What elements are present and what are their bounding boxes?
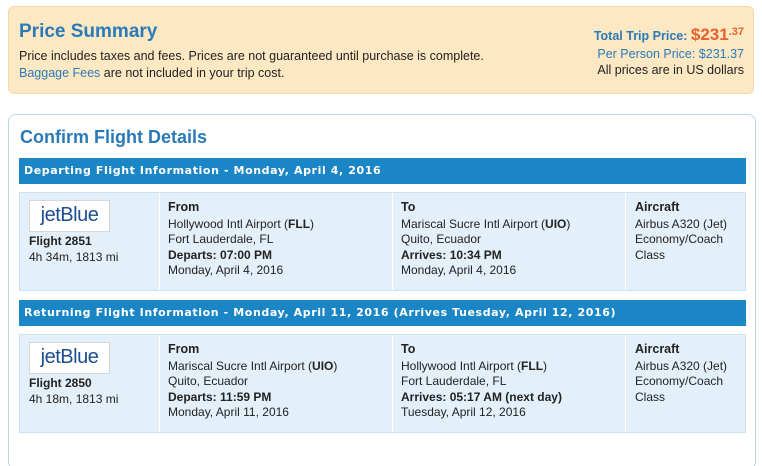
from-city: Quito, Ecuador xyxy=(168,374,249,388)
jetblue-logo: jetBlue xyxy=(29,200,110,232)
to-city: Fort Lauderdale, FL xyxy=(401,374,507,388)
confirm-flight-panel: Confirm Flight Details Departing Flight … xyxy=(8,114,756,466)
cabin-class: Economy/Coach xyxy=(635,232,724,246)
departure-time: Departs: 07:00 PM xyxy=(168,248,392,264)
from-airport-name: Hollywood Intl Airport ( xyxy=(168,216,289,231)
departs-label: Departs: xyxy=(168,247,217,262)
departure-date: Monday, April 11, 2016 xyxy=(168,405,289,419)
jetblue-logo: jetBlue xyxy=(29,342,110,374)
aircraft-type: Airbus A320 (Jet) xyxy=(635,358,728,373)
departs-time: 11:59 PM xyxy=(220,389,272,404)
per-person-price: Per Person Price: $231.37 xyxy=(597,47,744,61)
aircraft-column: Aircraft Airbus A320 (Jet) Economy/Coach… xyxy=(626,193,745,290)
flight-duration: 4h 18m, 1813 mi xyxy=(29,391,119,406)
departing-flight-details: jetBlue Flight 2851 4h 34m, 1813 mi From… xyxy=(19,192,746,291)
aircraft-label: Aircraft xyxy=(635,200,680,214)
to-city: Quito, Ecuador xyxy=(401,232,482,246)
to-airport: Mariscal Sucre Intl Airport (UIO) xyxy=(401,216,571,231)
to-column: To Mariscal Sucre Intl Airport (UIO) Qui… xyxy=(393,193,626,290)
arrives-label: Arrives: xyxy=(401,247,447,262)
arrival-time: Arrives: 10:34 PM xyxy=(401,248,625,264)
from-airport-code: FLL xyxy=(288,216,311,231)
arrival-time: Arrives: 05:17 AM (next day) xyxy=(401,390,625,406)
to-airport-code: FLL xyxy=(521,358,544,373)
to-label: To xyxy=(401,200,416,214)
baggage-fees-link[interactable]: Baggage Fees xyxy=(19,66,100,80)
from-airport: Hollywood Intl Airport (FLL) xyxy=(168,216,315,231)
to-airport-name: Mariscal Sucre Intl Airport ( xyxy=(401,216,546,231)
cabin-class: Economy/Coach xyxy=(635,374,724,388)
to-column: To Hollywood Intl Airport (FLL) Fort Lau… xyxy=(393,335,626,432)
cabin-class-suffix: Class xyxy=(635,389,666,404)
total-trip-price-amount: $231 xyxy=(690,25,729,44)
arrives-label: Arrives: xyxy=(401,389,447,404)
total-trip-price-cents: .37 xyxy=(728,26,744,38)
to-airport: Hollywood Intl Airport (FLL) xyxy=(401,358,548,373)
arrives-time: 05:17 AM (next day) xyxy=(449,389,562,404)
price-summary-title: Price Summary xyxy=(19,21,158,42)
departs-label: Departs: xyxy=(168,389,217,404)
currency-note: All prices are in US dollars xyxy=(597,63,744,77)
airline-column: jetBlue Flight 2850 4h 18m, 1813 mi xyxy=(20,335,160,432)
arrival-date: Monday, April 4, 2016 xyxy=(401,263,517,277)
to-label: To xyxy=(401,342,416,356)
cabin-class-suffix: Class xyxy=(635,247,666,262)
total-trip-price: Total Trip Price: $231.37 xyxy=(594,23,744,45)
to-airport-code: UIO xyxy=(545,216,567,231)
baggage-note: Baggage Fees are not included in your tr… xyxy=(19,66,284,80)
from-column: From Mariscal Sucre Intl Airport (UIO) Q… xyxy=(160,335,393,432)
returning-flight-header: Returning Flight Information - Monday, A… xyxy=(19,300,746,326)
arrives-time: 10:34 PM xyxy=(449,247,502,262)
from-airport-code: UIO xyxy=(312,358,334,373)
departs-time: 07:00 PM xyxy=(220,247,273,262)
flight-number: Flight 2851 xyxy=(29,234,92,248)
departure-date: Monday, April 4, 2016 xyxy=(168,263,284,277)
from-city: Fort Lauderdale, FL xyxy=(168,232,274,246)
aircraft-label: Aircraft xyxy=(635,342,680,356)
aircraft-type: Airbus A320 (Jet) xyxy=(635,216,728,231)
to-airport-name: Hollywood Intl Airport ( xyxy=(401,358,522,373)
from-column: From Hollywood Intl Airport (FLL) Fort L… xyxy=(160,193,393,290)
from-airport-name: Mariscal Sucre Intl Airport ( xyxy=(168,358,313,373)
price-block: Total Trip Price: $231.37 Per Person Pri… xyxy=(594,23,744,78)
returning-flight-details: jetBlue Flight 2850 4h 18m, 1813 mi From… xyxy=(19,334,746,433)
price-summary-panel: Price Summary Price includes taxes and f… xyxy=(8,6,754,94)
confirm-flight-title: Confirm Flight Details xyxy=(20,127,208,147)
departing-flight-header: Departing Flight Information - Monday, A… xyxy=(19,158,746,184)
arrival-date: Tuesday, April 12, 2016 xyxy=(401,405,526,419)
flight-duration: 4h 34m, 1813 mi xyxy=(29,249,119,264)
aircraft-column: Aircraft Airbus A320 (Jet) Economy/Coach… xyxy=(626,335,745,432)
from-label: From xyxy=(168,342,200,356)
from-airport: Mariscal Sucre Intl Airport (UIO) xyxy=(168,358,338,373)
flight-number: Flight 2850 xyxy=(29,376,92,390)
airline-column: jetBlue Flight 2851 4h 34m, 1813 mi xyxy=(20,193,160,290)
baggage-note-text: are not included in your trip cost. xyxy=(100,66,285,80)
price-disclaimer: Price includes taxes and fees. Prices ar… xyxy=(19,49,484,63)
departure-time: Departs: 11:59 PM xyxy=(168,390,392,406)
from-label: From xyxy=(168,200,200,214)
total-trip-price-label: Total Trip Price: xyxy=(593,29,688,43)
